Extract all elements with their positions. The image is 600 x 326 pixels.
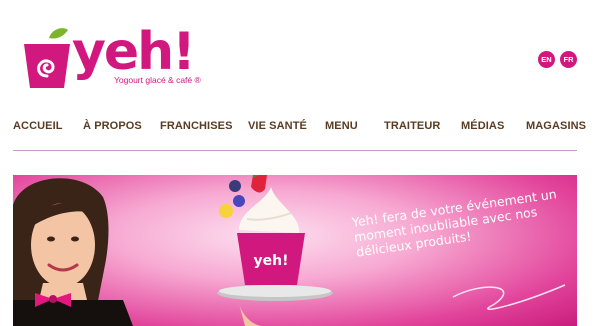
brand-logo[interactable]: yeh! Yogourt glacé & café ® — [22, 22, 201, 92]
nav-item-accueil[interactable]: ACCUEIL — [13, 120, 63, 132]
nav-item-menu[interactable]: MENU — [325, 120, 358, 132]
language-en-button[interactable]: EN — [538, 51, 555, 68]
nav-item-a-propos[interactable]: À PROPOS — [83, 120, 142, 132]
waitress-figure — [13, 178, 133, 326]
main-navigation: ACCUEIL À PROPOS FRANCHISES VIE SANTÉ ME… — [0, 120, 600, 142]
language-fr-button[interactable]: FR — [560, 51, 577, 68]
nav-item-medias[interactable]: MÉDIAS — [461, 120, 504, 132]
nav-item-traiteur[interactable]: TRAITEUR — [384, 120, 440, 132]
hero-banner[interactable]: yeh! Yeh! fera de votre événement un mom… — [13, 175, 577, 326]
nav-item-franchises[interactable]: FRANCHISES — [160, 120, 233, 132]
nav-divider — [13, 150, 577, 151]
brand-tagline: Yogourt glacé & café ® — [114, 75, 201, 85]
brand-wordmark: yeh! — [72, 22, 196, 82]
cup-label: yeh! — [254, 253, 289, 269]
nav-item-magasins[interactable]: MAGASINS — [526, 120, 586, 132]
yogurt-cup-logo-icon — [24, 28, 70, 88]
nav-item-vie-sante[interactable]: VIE SANTÉ — [248, 120, 307, 132]
